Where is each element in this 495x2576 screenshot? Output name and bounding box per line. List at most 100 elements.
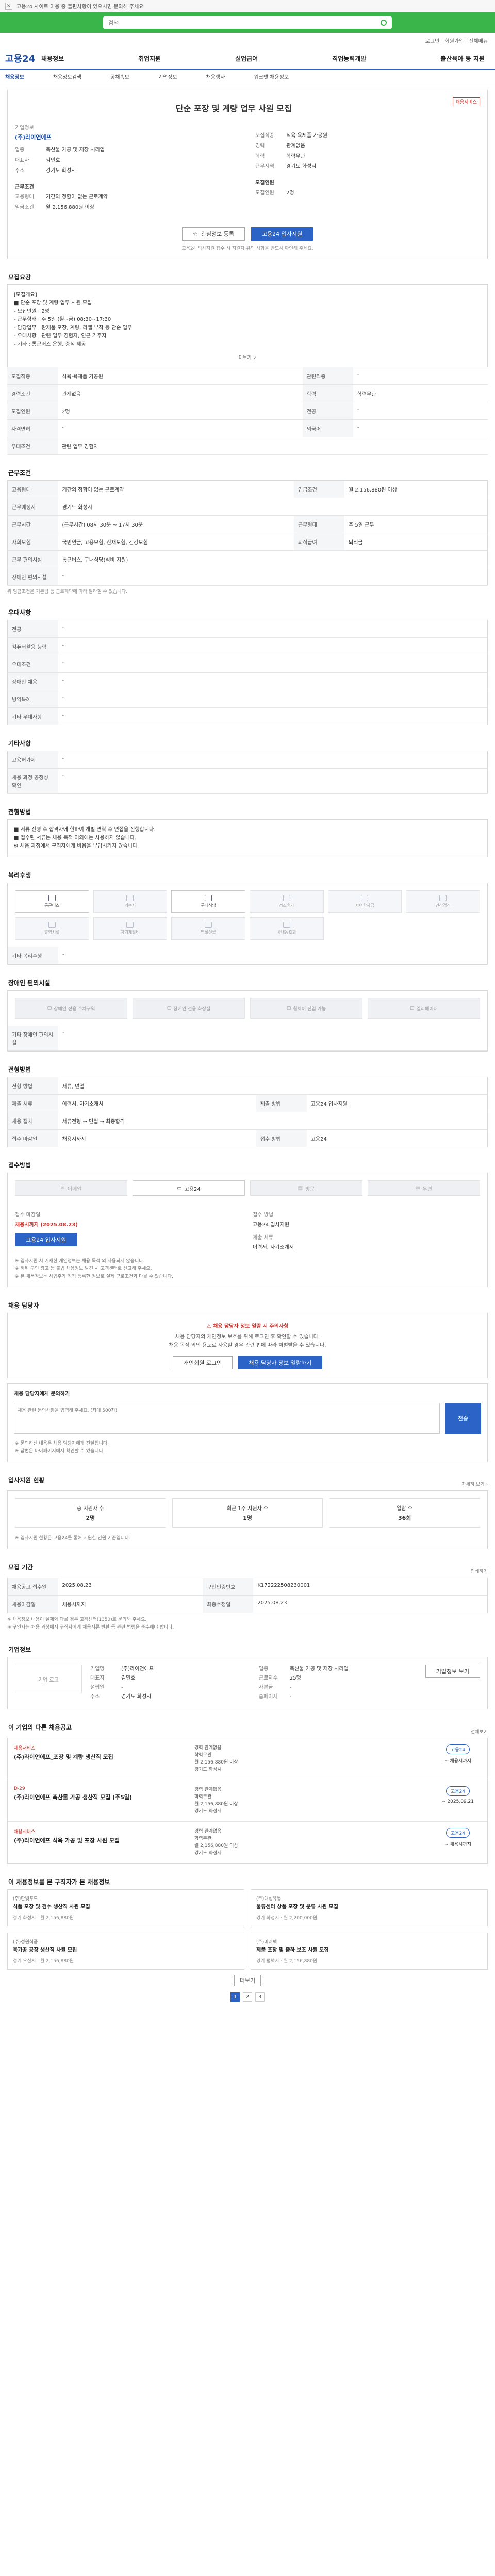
bus-icon [48, 895, 56, 901]
apply-pill[interactable]: 고용24 [446, 1786, 470, 1796]
view-contact-button[interactable]: 채용 담당자 정보 열람하기 [238, 1356, 323, 1369]
benefit-item: 휴양시설 [15, 917, 89, 940]
utility-menu: 로그인 회원가입 전체메뉴 [0, 33, 495, 47]
search-input[interactable] [108, 19, 376, 26]
send-button[interactable]: 전송 [445, 1403, 481, 1434]
lnb-item-worknet[interactable]: 워크넷 채용정보 [254, 73, 289, 80]
table-row: 병역특례 - [7, 690, 488, 708]
inquiry-textarea[interactable] [14, 1403, 440, 1434]
work-table: 고용형태 기간의 정함이 없는 근로계약 임금조건 월 2,156,880원 이상 근… [7, 480, 488, 586]
envelope-icon: ✉ [416, 1185, 420, 1191]
job-card[interactable]: (주)대성유통 물류센터 상품 포장 및 분류 사원 모집 경기 화성시 · 월 2… [251, 1889, 488, 1926]
top-notice-text: 고용24 사이트 이용 중 불편사항이 있으시면 문의해 주세요 [16, 4, 144, 10]
gnb-item-training[interactable]: 직업능력개발 [332, 54, 366, 63]
login-link[interactable]: 로그인 [425, 37, 440, 44]
benefit-item: 경조휴가 [250, 890, 324, 913]
list-item[interactable]: D-29 (주)라이언에프 축산물 가공 생산직 모집 (주5일) 경력 관계없음… [8, 1780, 487, 1822]
lnb-item-news[interactable]: 공채속보 [110, 73, 129, 80]
section-title: 우대사항 [8, 609, 31, 616]
related-section: 이 기업의 다른 채용공고 전체보기 채용서비스 (주)라이언에프_포장 및 계량… [7, 1723, 488, 1864]
table-row: 우대조건 관련 업무 경험자 [7, 437, 488, 455]
stats-more-link[interactable]: 자세히 보기 › [461, 1481, 488, 1487]
job-card[interactable]: (주)한빛푸드 식품 포장 및 검수 생산직 사원 모집 경기 화성시 · 월 2,… [7, 1889, 244, 1926]
local-nav: 채용정보 채용정보검색 공채속보 기업정보 채용행사 워크넷 채용정보 [0, 70, 495, 83]
stats-row: 총 지원자 수 2명 최근 1주 지원자 수 1명 열람 수 36회 [8, 1491, 487, 1535]
search-icon[interactable] [381, 20, 387, 26]
method-email: ✉ 이메일 [15, 1180, 127, 1196]
welfare-section: 우대사항 전공 - 컴퓨터활용 능력 - 우대조건 - 장애인 채용 - 병역특례 - 기… [7, 608, 488, 725]
close-icon[interactable]: × [5, 2, 12, 10]
job-card[interactable]: (주)성원식품 육가공 공장 생산직 사원 모집 경기 오산시 · 월 2,156,… [7, 1933, 244, 1970]
signup-link[interactable]: 회원가입 [444, 37, 464, 44]
stats-section: 입사지원 현황 자세히 보기 › 총 지원자 수 2명 최근 1주 지원자 수 1명… [7, 1476, 488, 1549]
section-title: 전형방법 [8, 1066, 31, 1073]
benefit-item: 명절선물 [171, 917, 245, 940]
lnb-item-search[interactable]: 채용정보검색 [53, 73, 81, 80]
stats-box: 총 지원자 수 2명 최근 1주 지원자 수 1명 열람 수 36회 ※ 입사지원 현… [7, 1490, 488, 1549]
summary-row: 임금조건 월 2,156,880원 이상 [15, 205, 95, 210]
detail-table: 모집직종 식육·육제품 가공원 관련직종 - 경력조건 관계없음 학력 학력무관 모집인원 2… [7, 367, 488, 455]
company-row: 홈페이지 - [258, 1694, 292, 1700]
apply-method-section: 접수방법 ✉ 이메일 ▭ 고용24 ▤ 방문 ✉ 우편 접수 마감일 채용시까지 (20… [7, 1161, 488, 1287]
period-table: 채용공고 접수일 2025.08.23 구인인증번호 K172222508230001… [7, 1578, 488, 1613]
gnb-item-unemployment[interactable]: 실업급여 [235, 54, 258, 63]
company-name-link[interactable]: (주)라이언에프 [15, 133, 240, 141]
disability-item: ▢ 장애인 전용 주차구역 [15, 998, 127, 1019]
contact-warning: ⚠ 채용 담당자 정보 열람 시 주의사항 [206, 1324, 289, 1329]
apply-pill[interactable]: 고용24 [446, 1744, 470, 1754]
disability-box: ▢ 장애인 전용 주차구역 ▢ 장애인 전용 화장실 ▢ 휠체어 진입 가능 ▢ 엘리베… [7, 990, 488, 1052]
apply-button[interactable]: 고용24 입사지원 [251, 227, 314, 241]
site-logo[interactable]: 고용24 [5, 52, 41, 65]
table-row: 장애인 편의시설 - [7, 568, 488, 586]
calendar-icon [283, 895, 290, 901]
gnb-item-support[interactable]: 취업지원 [138, 54, 161, 63]
summary-row: 모집직종 식육·육제품 가공원 [255, 133, 327, 139]
page-1[interactable]: 1 [230, 1992, 240, 2002]
print-link[interactable]: 인쇄하기 [471, 1568, 488, 1574]
more-button[interactable]: 더보기 [234, 1975, 261, 1986]
save-interest-button[interactable]: ☆ 관심정보 등록 [182, 227, 245, 241]
table-row: 채용 절차 서류전형 → 면접 → 최종합격 [7, 1112, 488, 1130]
global-nav: 채용정보 취업지원 실업급여 직업능력개발 출산육아 등 지원 [41, 54, 490, 63]
gnb-item-parenting[interactable]: 출산육아 등 지원 [440, 54, 485, 63]
lnb-item-jobs[interactable]: 채용정보 [5, 73, 24, 80]
detail-desc: [모집개요] ■ 단순 포장 및 계량 업무 사원 모집 - 모집인원 : 2명… [14, 292, 133, 347]
apply-online-button[interactable]: 고용24 입사지원 [15, 1233, 77, 1246]
benefit-item: 사내동호회 [250, 917, 324, 940]
action-buttons: ☆ 관심정보 등록 고용24 입사지원 [15, 227, 480, 241]
status-badge: 채용서비스 [452, 97, 480, 106]
login-button[interactable]: 개인회원 로그인 [172, 1356, 233, 1369]
list-item[interactable]: 채용서비스 (주)라이언에프_포장 및 계량 생산직 모집 경력 관계없음 학력무관… [8, 1738, 487, 1780]
resort-icon [48, 922, 56, 928]
lnb-item-company[interactable]: 기업정보 [158, 73, 177, 80]
page-3[interactable]: 3 [255, 1992, 265, 2002]
inquiry-box: 채용 담당자에게 문의하기 전송 ※ 문의하신 내용은 채용 담당자에게 전달됩… [7, 1383, 488, 1462]
job-card[interactable]: (주)미래팩 제품 포장 및 출하 보조 사원 모집 경기 평택시 · 월 2,15… [251, 1933, 488, 1970]
page-2[interactable]: 2 [243, 1992, 252, 2002]
building-icon: ▤ [298, 1185, 303, 1191]
contact-buttons: 개인회원 로그인 채용 담당자 정보 열람하기 [16, 1356, 479, 1369]
table-row: 고용허가제 - [7, 751, 488, 769]
table-row: 경력조건 관계없음 학력 학력무관 [7, 384, 488, 402]
list-item[interactable]: 채용서비스 (주)라이언에프 식육 가공 및 포장 사원 모집 경력 관계없음 학력… [8, 1822, 487, 1863]
table-row: 근무예정지 경기도 화성시 [7, 498, 488, 516]
more-toggle[interactable]: 더보기 ∨ [14, 354, 481, 361]
apply-pill[interactable]: 고용24 [446, 1828, 470, 1838]
all-menu-link[interactable]: 전체메뉴 [469, 37, 488, 44]
related-all-link[interactable]: 전체보기 [471, 1728, 488, 1735]
summary-row: 학력 학력무관 [255, 154, 305, 159]
method-grid: ✉ 이메일 ▭ 고용24 ▤ 방문 ✉ 우편 [8, 1173, 487, 1203]
detail-section: 모집요강 [모집개요] ■ 단순 포장 및 계량 업무 사원 모집 - 모집인원… [7, 273, 488, 455]
summary-left: 기업정보 (주)라이언에프 업종 축산물 가공 및 저장 처리업 대표자 김민호 주… [15, 123, 240, 213]
company-row: 설립일 - [90, 1685, 123, 1690]
table-row: 전형 방법 서류, 면접 [7, 1077, 488, 1095]
benefit-item: 자녀학자금 [327, 890, 402, 913]
stat-item: 열람 수 36회 [329, 1498, 480, 1528]
benefits-other: 기타 복리후생 - [8, 947, 487, 964]
company-info-button[interactable]: 기업정보 보기 [425, 1665, 480, 1678]
stat-item: 최근 1주 지원자 수 1명 [172, 1498, 323, 1528]
lnb-item-events[interactable]: 채용행사 [206, 73, 225, 80]
gnb-item-jobs[interactable]: 채용정보 [41, 54, 64, 63]
table-row: 근무시간 (근무시간) 08시 30분 ~ 17시 30분 근무형태 주 5일 근무 [7, 515, 488, 533]
meal-icon [205, 895, 212, 901]
